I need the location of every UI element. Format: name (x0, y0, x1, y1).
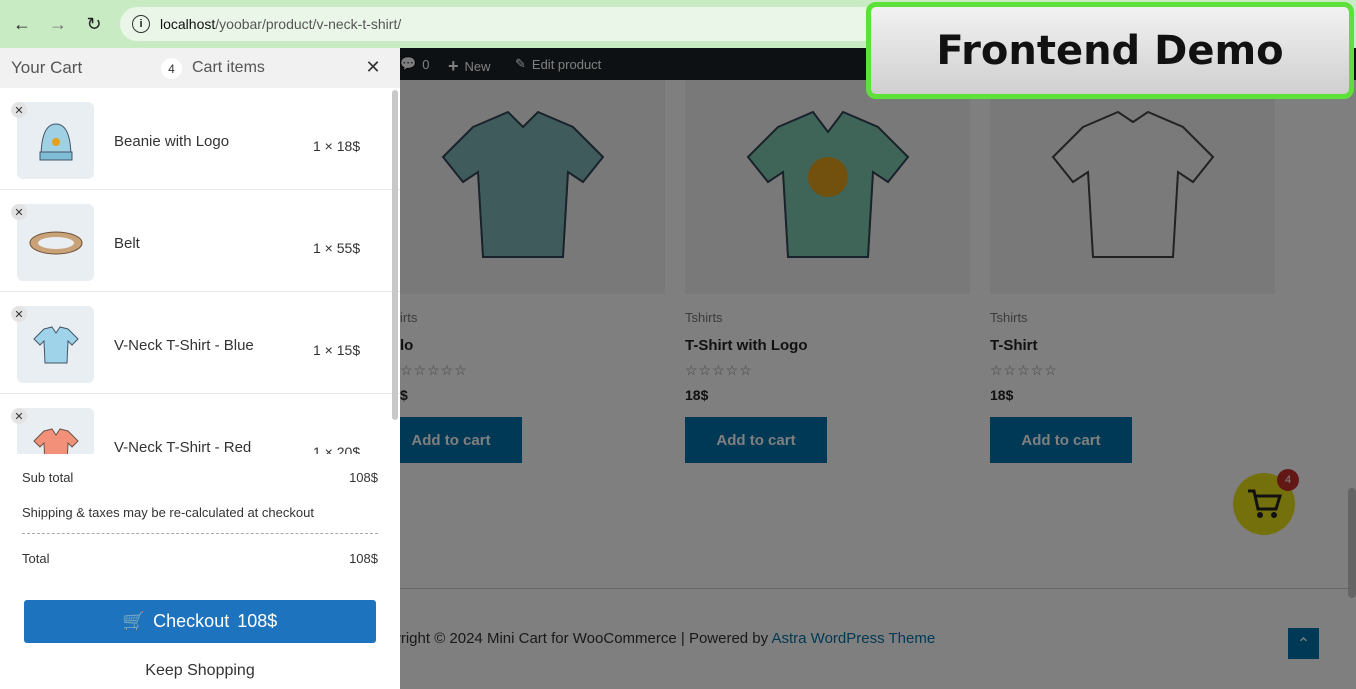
total-value: 108$ (349, 551, 378, 566)
checkout-value: 108$ (237, 611, 278, 631)
cart-count: 4 (161, 58, 182, 79)
page-overlay[interactable] (400, 48, 1356, 689)
cart-item: ✕ Beanie with Logo 1 × 18$ (0, 88, 400, 190)
address-bar[interactable]: i localhost/yoobar/product/v-neck-t-shir… (120, 7, 880, 41)
cart-item-name[interactable]: Belt (114, 235, 140, 252)
demo-badge: Frontend Demo (866, 2, 1354, 99)
cart-item-qty: 1 × 55$ (313, 240, 361, 256)
forward-icon[interactable]: → (46, 12, 70, 36)
cart-item-image[interactable] (17, 408, 94, 454)
remove-item-icon[interactable]: ✕ (11, 306, 27, 322)
remove-item-icon[interactable]: ✕ (11, 102, 27, 118)
cart-item-image[interactable] (17, 102, 94, 179)
url-path: /yoobar/product/v-neck-t-shirt/ (215, 16, 402, 32)
cart-drawer: Your Cart 4 Cart items ✕ ✕ Beanie with L… (0, 48, 400, 689)
cart-item-name[interactable]: Beanie with Logo (114, 133, 229, 150)
remove-item-icon[interactable]: ✕ (11, 204, 27, 220)
close-icon[interactable]: ✕ (364, 57, 382, 77)
cart-item-list: ✕ Beanie with Logo 1 × 18$ ✕ Belt 1 × 55… (0, 88, 400, 454)
cart-item-image[interactable] (17, 204, 94, 281)
shipping-note-row: Shipping & taxes may be re-calculated at… (22, 505, 378, 520)
cart-item: ✕ V-Neck T-Shirt - Blue 1 × 15$ (0, 292, 400, 394)
cart-scrollbar[interactable] (392, 90, 398, 420)
subtotal-value: 108$ (349, 470, 378, 485)
cart-title: Your Cart (11, 58, 83, 77)
cart-item-name[interactable]: V-Neck T-Shirt - Red (114, 439, 251, 454)
cart-icon: 🛒 (122, 611, 146, 631)
summary-divider (22, 533, 378, 534)
total-label: Total (22, 551, 50, 566)
reload-icon[interactable]: ↻ (82, 12, 106, 36)
cart-item-name[interactable]: V-Neck T-Shirt - Blue (114, 337, 254, 354)
cart-item-qty: 1 × 18$ (313, 138, 361, 154)
url-host: localhost (160, 16, 216, 32)
remove-item-icon[interactable]: ✕ (11, 408, 27, 424)
subtotal-row: Sub total 108$ (22, 470, 378, 485)
checkout-label: Checkout (153, 611, 230, 631)
shipping-note: Shipping & taxes may be re-calculated at… (22, 505, 314, 520)
subtotal-label: Sub total (22, 470, 74, 485)
total-row: Total 108$ (22, 551, 378, 566)
checkout-button[interactable]: 🛒 Checkout 108$ (24, 600, 376, 643)
cart-item: ✕ Belt 1 × 55$ (0, 190, 400, 292)
info-icon[interactable]: i (132, 15, 150, 33)
cart-item: ✕ V-Neck T-Shirt - Red 1 × 20$ (0, 394, 400, 454)
cart-header: Your Cart 4 Cart items ✕ (0, 48, 400, 88)
keep-shopping-link[interactable]: Keep Shopping (0, 662, 400, 680)
cart-item-qty: 1 × 20$ (313, 444, 361, 454)
cart-items-label: Cart items (192, 59, 265, 76)
cart-item-image[interactable] (17, 306, 94, 383)
cart-item-qty: 1 × 15$ (313, 342, 361, 358)
back-icon[interactable]: ← (10, 12, 34, 36)
